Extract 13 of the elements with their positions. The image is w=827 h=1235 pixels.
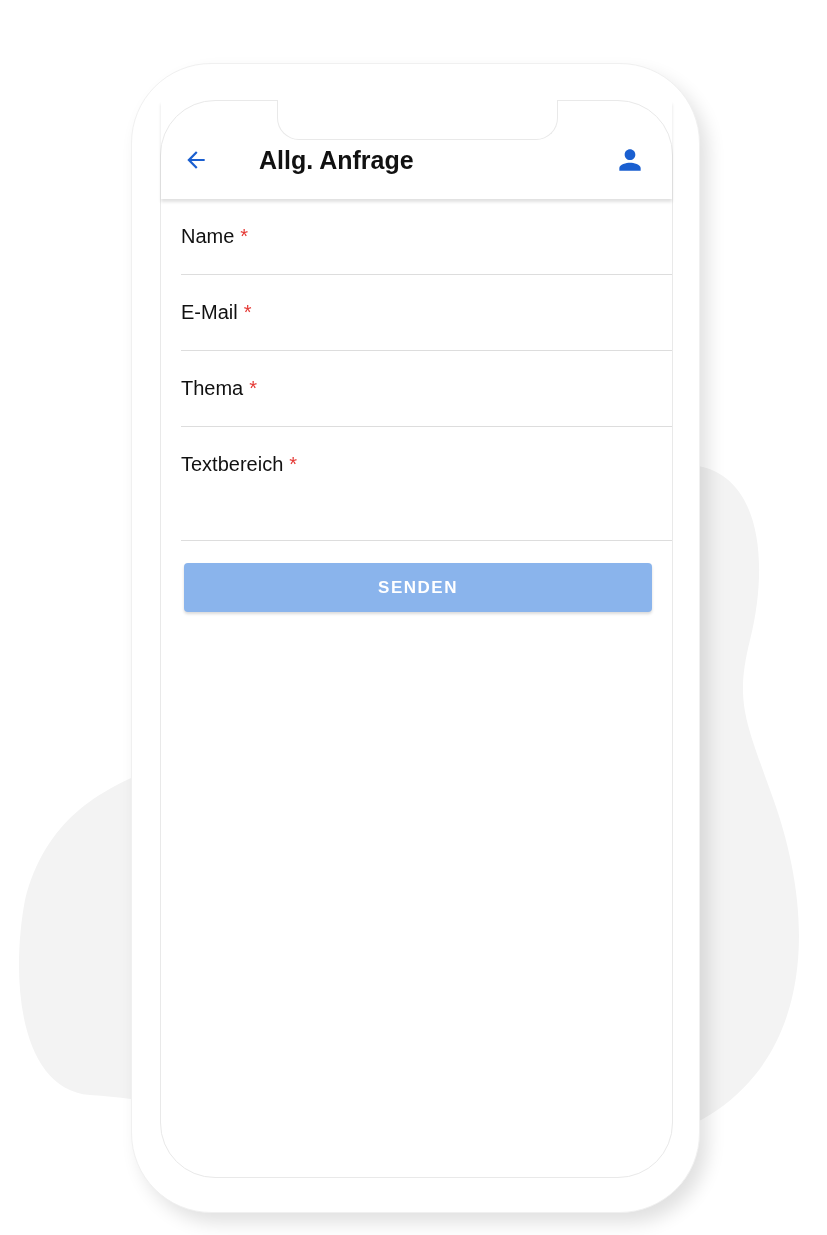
field-label: Name [181,225,235,248]
field-label: Textbereich [181,453,284,476]
text-field[interactable]: Thema * [181,351,672,427]
required-mark: * [249,377,258,400]
field-label: Thema [181,377,244,400]
text-field[interactable]: Name * [181,199,672,275]
field-label: E-Mail [181,301,238,324]
text-area[interactable]: Textbereich * [181,427,672,541]
required-mark: * [289,453,298,476]
required-mark: * [240,225,249,248]
text-field[interactable]: E-Mail * [181,275,672,351]
screen-title: Allg. Anfrage [259,145,415,175]
required-mark: * [243,301,252,324]
